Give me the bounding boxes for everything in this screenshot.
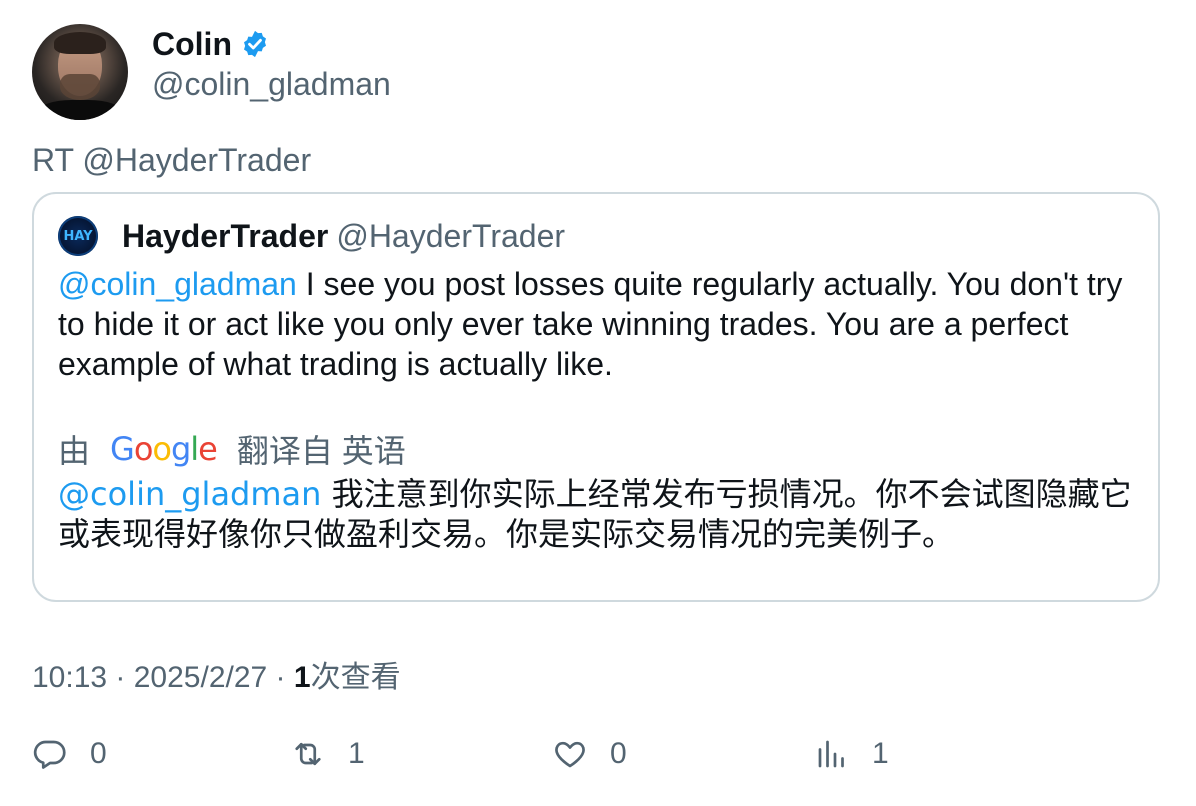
heart-icon	[555, 741, 585, 768]
mention-link[interactable]: @colin_gladman	[58, 266, 297, 302]
google-logo-icon: Google	[110, 430, 218, 468]
avatar-beard	[60, 74, 100, 100]
display-name-row: Colin	[152, 26, 391, 62]
quoted-author-handle[interactable]: @HayderTrader	[336, 218, 565, 255]
author-display-name[interactable]: Colin	[152, 26, 232, 63]
meta-separator: ·	[107, 661, 134, 694]
tweet-meta: 10:13 · 2025/2/27 · 1次查看	[32, 652, 401, 696]
avatar-shirt	[38, 100, 122, 120]
quoted-author-display-name[interactable]: HayderTrader	[122, 218, 328, 255]
tweet-author: Colin @colin_gladman	[32, 24, 391, 120]
meta-separator-2: ·	[267, 661, 294, 694]
translation-suffix: 翻译自 英语	[236, 433, 406, 469]
retweet-button[interactable]: 1	[290, 736, 365, 772]
analytics-icon	[818, 740, 844, 768]
quoted-tweet-text: @colin_gladman I see you post losses qui…	[58, 264, 1138, 384]
translation-attribution: 由 Google 翻译自 英语	[58, 426, 406, 472]
retweet-text: RT @HayderTrader	[32, 142, 312, 178]
author-names: Colin @colin_gladman	[152, 24, 391, 103]
quoted-author-avatar[interactable]: HAY	[58, 216, 98, 256]
views-count: 1	[293, 661, 311, 694]
reply-icon	[33, 740, 66, 769]
tweet-date[interactable]: 2025/2/27	[134, 661, 267, 694]
translated-mention-link[interactable]: @colin_gladman	[58, 475, 321, 513]
reply-button[interactable]: 0	[32, 736, 107, 772]
retweet-count: 1	[348, 737, 365, 770]
views-button[interactable]: 1	[814, 736, 889, 772]
translation-prefix: 由	[58, 433, 91, 469]
reply-count: 0	[90, 737, 107, 770]
quoted-tweet-header: HAY HayderTrader @HayderTrader	[58, 216, 565, 256]
author-avatar[interactable]	[32, 24, 128, 120]
views-label: 次查看	[310, 661, 401, 694]
author-handle[interactable]: @colin_gladman	[152, 66, 391, 103]
like-count: 0	[610, 737, 627, 770]
tweet-time[interactable]: 10:13	[32, 661, 107, 694]
avatar-hair	[54, 32, 106, 54]
action-bar: 0 1 0 1	[32, 736, 1164, 786]
translated-text: @colin_gladman 我注意到你实际上经常发布亏损情况。你不会试图隐藏它…	[58, 474, 1148, 554]
verified-badge-icon	[243, 30, 266, 58]
like-button[interactable]: 0	[552, 736, 627, 772]
retweet-icon	[295, 742, 321, 766]
views-action-count: 1	[872, 737, 889, 770]
quoted-tweet-card[interactable]: HAY HayderTrader @HayderTrader @colin_gl…	[32, 192, 1160, 602]
